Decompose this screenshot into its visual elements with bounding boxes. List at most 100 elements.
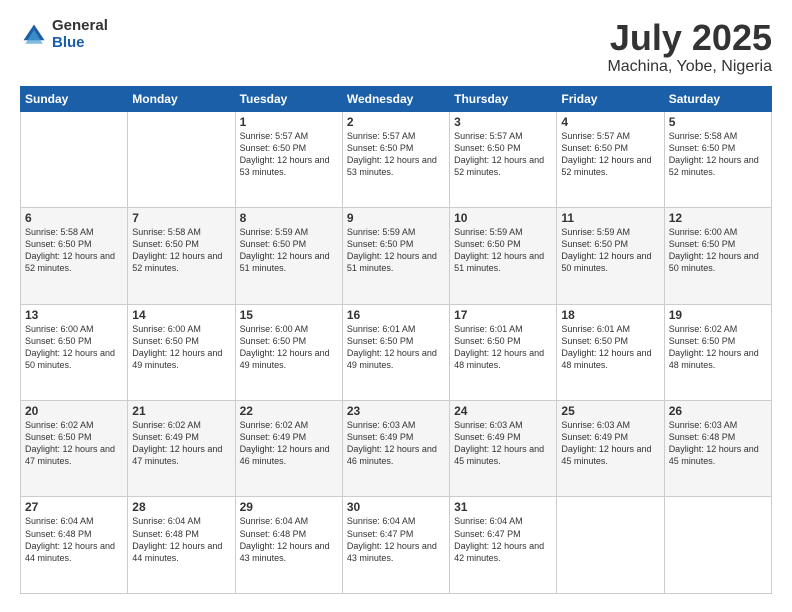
subtitle: Machina, Yobe, Nigeria <box>607 58 772 76</box>
day-number: 19 <box>669 308 767 322</box>
calendar-cell: 10Sunrise: 5:59 AMSunset: 6:50 PMDayligh… <box>450 208 557 304</box>
logo-icon <box>20 21 48 49</box>
day-number: 21 <box>132 404 230 418</box>
day-number: 26 <box>669 404 767 418</box>
calendar-cell: 22Sunrise: 6:02 AMSunset: 6:49 PMDayligh… <box>235 401 342 497</box>
logo: General Blue <box>20 18 108 51</box>
calendar-cell: 3Sunrise: 5:57 AMSunset: 6:50 PMDaylight… <box>450 111 557 207</box>
calendar-cell: 11Sunrise: 5:59 AMSunset: 6:50 PMDayligh… <box>557 208 664 304</box>
calendar-cell: 25Sunrise: 6:03 AMSunset: 6:49 PMDayligh… <box>557 401 664 497</box>
header: General Blue July 2025 Machina, Yobe, Ni… <box>20 18 772 76</box>
calendar-cell: 13Sunrise: 6:00 AMSunset: 6:50 PMDayligh… <box>21 304 128 400</box>
day-info: Sunrise: 5:58 AMSunset: 6:50 PMDaylight:… <box>669 130 767 179</box>
calendar-header-thursday: Thursday <box>450 86 557 111</box>
logo-general: General <box>52 18 108 35</box>
day-number: 1 <box>240 115 338 129</box>
day-info: Sunrise: 6:04 AMSunset: 6:48 PMDaylight:… <box>240 515 338 564</box>
day-info: Sunrise: 6:02 AMSunset: 6:49 PMDaylight:… <box>132 419 230 468</box>
day-number: 28 <box>132 500 230 514</box>
calendar-cell: 7Sunrise: 5:58 AMSunset: 6:50 PMDaylight… <box>128 208 235 304</box>
calendar-week-2: 6Sunrise: 5:58 AMSunset: 6:50 PMDaylight… <box>21 208 772 304</box>
day-number: 22 <box>240 404 338 418</box>
day-number: 12 <box>669 211 767 225</box>
day-info: Sunrise: 6:04 AMSunset: 6:47 PMDaylight:… <box>347 515 445 564</box>
day-number: 7 <box>132 211 230 225</box>
calendar-week-3: 13 Sunrise: 6:00 AMSunset: 6:50 PMDayligh… <box>21 304 772 400</box>
calendar-cell: 14Sunrise: 6:00 AMSunset: 6:50 PMDayligh… <box>128 304 235 400</box>
calendar-cell: 18Sunrise: 6:01 AMSunset: 6:50 PMDayligh… <box>557 304 664 400</box>
day-info: Sunrise: 6:01 AMSunset: 6:50 PMDaylight:… <box>347 323 445 372</box>
day-info: Sunrise: 6:02 AMSunset: 6:49 PMDaylight:… <box>240 419 338 468</box>
day-number: 17 <box>454 308 552 322</box>
calendar-table: SundayMondayTuesdayWednesdayThursdayFrid… <box>20 86 772 594</box>
day-number: 16 <box>347 308 445 322</box>
day-info: Sunrise: 5:59 AMSunset: 6:50 PMDaylight:… <box>561 226 659 275</box>
calendar-header-wednesday: Wednesday <box>342 86 449 111</box>
day-info: Sunrise: 6:00 AMSunset: 6:50 PMDaylight:… <box>132 323 230 372</box>
calendar-cell: 9Sunrise: 5:59 AMSunset: 6:50 PMDaylight… <box>342 208 449 304</box>
calendar-week-4: 20Sunrise: 6:02 AMSunset: 6:50 PMDayligh… <box>21 401 772 497</box>
day-number: 2 <box>347 115 445 129</box>
day-number: 10 <box>454 211 552 225</box>
day-info: Sunrise: 6:02 AMSunset: 6:50 PMDaylight:… <box>669 323 767 372</box>
day-info: Sunrise: 6:04 AMSunset: 6:48 PMDaylight:… <box>132 515 230 564</box>
calendar-cell: 16Sunrise: 6:01 AMSunset: 6:50 PMDayligh… <box>342 304 449 400</box>
day-info: Sunrise: 6:04 AMSunset: 6:47 PMDaylight:… <box>454 515 552 564</box>
calendar-cell <box>664 497 771 594</box>
calendar-cell: 15Sunrise: 6:00 AMSunset: 6:50 PMDayligh… <box>235 304 342 400</box>
title-block: July 2025 Machina, Yobe, Nigeria <box>607 18 772 76</box>
day-number: 31 <box>454 500 552 514</box>
calendar-cell: 12Sunrise: 6:00 AMSunset: 6:50 PMDayligh… <box>664 208 771 304</box>
day-number: 20 <box>25 404 123 418</box>
day-number: 14 <box>132 308 230 322</box>
logo-blue: Blue <box>52 35 108 52</box>
calendar-cell: 26Sunrise: 6:03 AMSunset: 6:48 PMDayligh… <box>664 401 771 497</box>
day-number: 24 <box>454 404 552 418</box>
calendar-week-1: 1Sunrise: 5:57 AMSunset: 6:50 PMDaylight… <box>21 111 772 207</box>
calendar-cell: 19Sunrise: 6:02 AMSunset: 6:50 PMDayligh… <box>664 304 771 400</box>
day-number: 18 <box>561 308 659 322</box>
calendar-cell: 6Sunrise: 5:58 AMSunset: 6:50 PMDaylight… <box>21 208 128 304</box>
calendar-cell: 4Sunrise: 5:57 AMSunset: 6:50 PMDaylight… <box>557 111 664 207</box>
calendar-cell <box>557 497 664 594</box>
calendar-header-row: SundayMondayTuesdayWednesdayThursdayFrid… <box>21 86 772 111</box>
day-number: 13 <box>25 308 123 322</box>
calendar-cell: 17Sunrise: 6:01 AMSunset: 6:50 PMDayligh… <box>450 304 557 400</box>
day-number: 6 <box>25 211 123 225</box>
day-number: 27 <box>25 500 123 514</box>
day-info: Sunrise: 6:03 AMSunset: 6:49 PMDaylight:… <box>347 419 445 468</box>
calendar-cell: 28Sunrise: 6:04 AMSunset: 6:48 PMDayligh… <box>128 497 235 594</box>
day-info: Sunrise: 5:59 AMSunset: 6:50 PMDaylight:… <box>240 226 338 275</box>
day-number: 23 <box>347 404 445 418</box>
day-number: 5 <box>669 115 767 129</box>
page: General Blue July 2025 Machina, Yobe, Ni… <box>0 0 792 612</box>
day-info: Sunrise: 6:03 AMSunset: 6:48 PMDaylight:… <box>669 419 767 468</box>
day-info: Sunrise: 5:59 AMSunset: 6:50 PMDaylight:… <box>347 226 445 275</box>
day-number: 8 <box>240 211 338 225</box>
day-number: 15 <box>240 308 338 322</box>
day-number: 29 <box>240 500 338 514</box>
day-number: 3 <box>454 115 552 129</box>
day-info: Sunrise: 5:57 AMSunset: 6:50 PMDaylight:… <box>240 130 338 179</box>
day-info: Sunrise: 5:57 AMSunset: 6:50 PMDaylight:… <box>561 130 659 179</box>
calendar-header-saturday: Saturday <box>664 86 771 111</box>
main-title: July 2025 <box>607 18 772 58</box>
calendar-cell: 2Sunrise: 5:57 AMSunset: 6:50 PMDaylight… <box>342 111 449 207</box>
calendar-cell: 30Sunrise: 6:04 AMSunset: 6:47 PMDayligh… <box>342 497 449 594</box>
day-info: Sunrise: 6:00 AMSunset: 6:50 PMDaylight:… <box>240 323 338 372</box>
calendar-cell: 31Sunrise: 6:04 AMSunset: 6:47 PMDayligh… <box>450 497 557 594</box>
day-info: Sunrise: 6:04 AMSunset: 6:48 PMDaylight:… <box>25 515 123 564</box>
day-info: Sunrise: 6:01 AMSunset: 6:50 PMDaylight:… <box>454 323 552 372</box>
calendar-cell: 20Sunrise: 6:02 AMSunset: 6:50 PMDayligh… <box>21 401 128 497</box>
calendar-cell <box>128 111 235 207</box>
day-info: Sunrise: 6:01 AMSunset: 6:50 PMDaylight:… <box>561 323 659 372</box>
day-number: 30 <box>347 500 445 514</box>
calendar-cell: 23Sunrise: 6:03 AMSunset: 6:49 PMDayligh… <box>342 401 449 497</box>
calendar-cell: 29Sunrise: 6:04 AMSunset: 6:48 PMDayligh… <box>235 497 342 594</box>
calendar-cell: 8Sunrise: 5:59 AMSunset: 6:50 PMDaylight… <box>235 208 342 304</box>
day-info: Sunrise: 6:03 AMSunset: 6:49 PMDaylight:… <box>561 419 659 468</box>
day-number: 11 <box>561 211 659 225</box>
calendar-header-tuesday: Tuesday <box>235 86 342 111</box>
day-number: 25 <box>561 404 659 418</box>
calendar-header-sunday: Sunday <box>21 86 128 111</box>
